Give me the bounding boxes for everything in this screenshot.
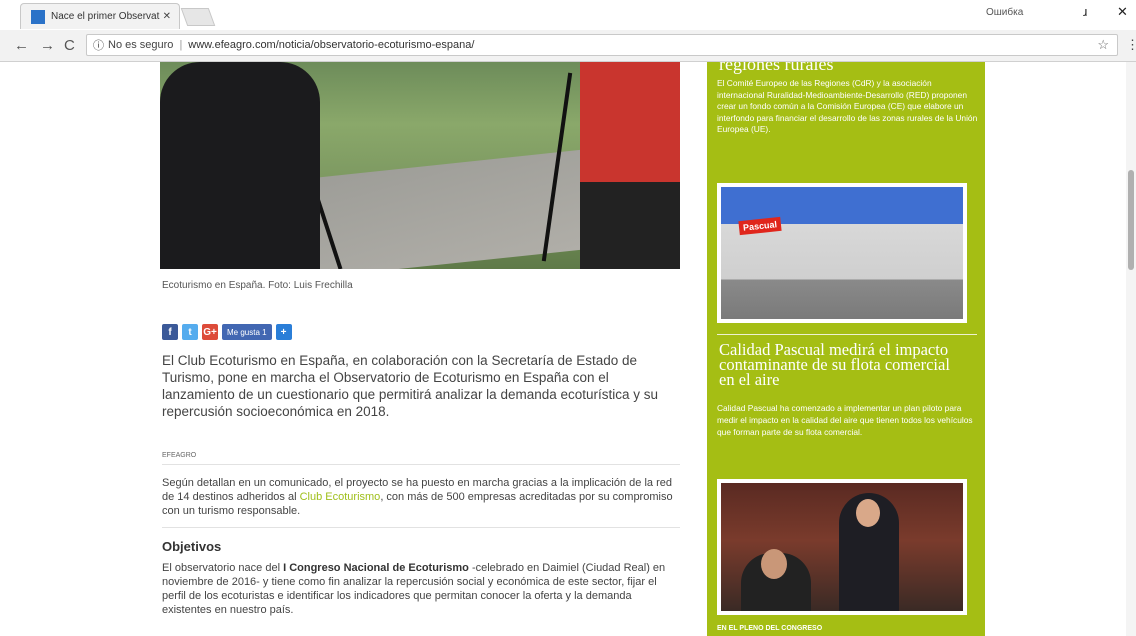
sidebar-divider [717, 334, 977, 335]
separator: | [179, 39, 183, 51]
info-icon[interactable]: ⓘ [93, 37, 104, 53]
source-label: EFEAGRO [162, 452, 197, 459]
facebook-like-button[interactable]: Me gusta 1 [222, 324, 272, 340]
scrollbar-thumb[interactable] [1128, 170, 1134, 270]
sidebar-image-pascual[interactable]: Pascual [717, 183, 967, 323]
browser-tab[interactable]: Nace el primer Observat ✕ [20, 3, 180, 29]
page-scrollbar[interactable] [1126, 62, 1136, 636]
back-arrow-icon[interactable]: ← [14, 37, 29, 54]
googleplus-share-icon[interactable]: G+ [202, 324, 218, 340]
bookmark-star-icon[interactable]: ☆ [1097, 37, 1109, 53]
divider [162, 464, 680, 465]
sidebar-headline[interactable]: regiones rurales [719, 62, 833, 75]
more-share-icon[interactable]: + [275, 324, 292, 340]
sidebar-summary: El Comité Europeo de las Regiones (CdR) … [717, 78, 978, 134]
page-content: Ecoturismo en España. Foto: Luis Frechil… [0, 62, 1136, 636]
browser-menu-icon[interactable]: ⋮ [1126, 37, 1136, 53]
article-paragraph: Según detallan en un comunicado, el proy… [162, 477, 673, 517]
site-favicon-icon [31, 9, 45, 24]
facebook-share-icon[interactable]: f [162, 324, 178, 340]
image-caption: Ecoturismo en España. Foto: Luis Frechil… [162, 280, 353, 291]
divider [162, 527, 680, 528]
twitter-share-icon[interactable]: t [182, 324, 198, 340]
tab-title: Nace el primer Observat [51, 11, 160, 22]
forward-arrow-icon[interactable]: → [40, 37, 55, 54]
share-bar: f t G+ Me gusta 1 + [162, 324, 292, 340]
sidebar-headline[interactable]: Calidad Pascual medirá el impacto contam… [719, 341, 969, 388]
new-tab-button[interactable] [180, 8, 216, 26]
tab-close-icon[interactable]: ✕ [163, 11, 171, 22]
club-ecoturismo-link[interactable]: Club Ecoturismo [300, 491, 381, 503]
security-label: No es seguro [108, 39, 174, 51]
tab-strip: Nace el primer Observat ✕ Ошибка ɹ ✕ [0, 0, 1136, 30]
profile-label[interactable]: Ошибка [986, 7, 1023, 18]
sidebar-summary: Calidad Pascual ha comenzado a implement… [717, 403, 973, 437]
address-bar[interactable]: ⓘ No es seguro | www.efeagro.com/noticia… [86, 34, 1118, 56]
sidebar-image-congreso[interactable] [717, 479, 967, 615]
reload-icon[interactable]: C [64, 37, 75, 54]
pascual-logo: Pascual [738, 216, 782, 236]
section-heading: Objetivos [162, 539, 222, 554]
sidebar-kicker[interactable]: EN EL PLENO DEL CONGRESO [717, 625, 822, 632]
minimize-icon[interactable]: ɹ [1083, 4, 1087, 19]
article-paragraph: El observatorio nace del I Congreso Naci… [162, 562, 666, 616]
url-text[interactable]: www.efeagro.com/noticia/observatorio-eco… [188, 39, 474, 51]
article-hero-image [160, 62, 680, 269]
window-close-icon[interactable]: ✕ [1117, 4, 1128, 20]
browser-toolbar: ← → C ⓘ No es seguro | www.efeagro.com/n… [0, 30, 1136, 62]
article-lead: El Club Ecoturismo en España, en colabor… [162, 353, 659, 419]
news-sidebar: regiones rurales El Comité Europeo de la… [707, 62, 985, 636]
